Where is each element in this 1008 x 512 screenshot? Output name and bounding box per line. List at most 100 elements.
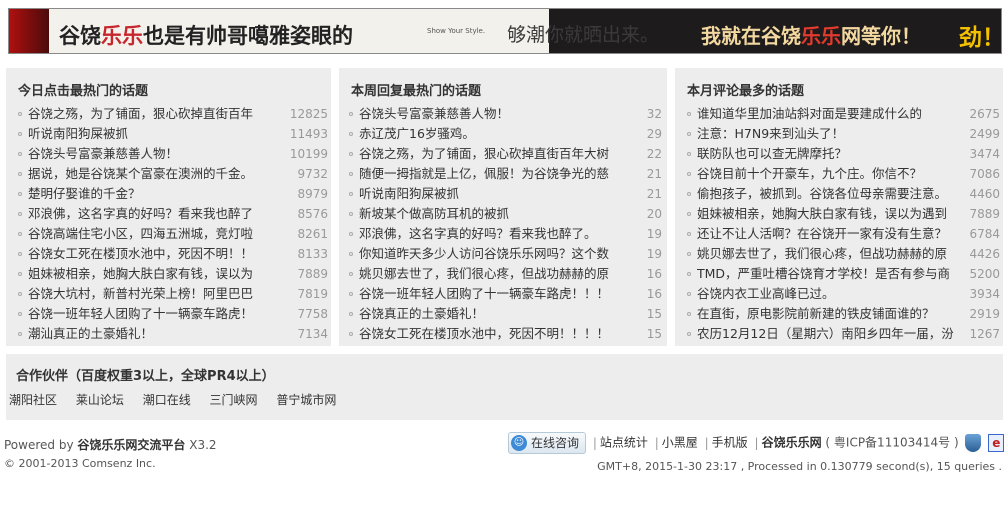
powered-prefix: Powered by: [4, 438, 74, 452]
topic-count: 7758: [297, 307, 328, 321]
topic-count: 32: [646, 107, 662, 121]
topic-item: 偷抱孩子，被抓到。谷饶各位母亲需要注意。 4460: [687, 184, 1000, 204]
partner-links: 潮阳社区 莱山论坛 潮口在线 三门峡网 普宁城市网: [9, 391, 351, 408]
topic-link[interactable]: 谁知道华里加油站斜对面是要建成什么的: [697, 104, 959, 124]
topic-link[interactable]: 谷饶大坑村，新普村光荣上榜！阿里巴巴: [28, 284, 266, 304]
topic-link[interactable]: 听说南阳狗屎被抓: [359, 184, 621, 204]
topic-link[interactable]: 听说南阳狗屎被抓: [28, 124, 266, 144]
bullet-icon: [687, 212, 691, 216]
topic-link[interactable]: 姚贝娜去世了，我们很心疼，但战功赫赫的原: [359, 264, 621, 284]
topic-item: TMD，严重吐槽谷饶育才学校！是否有参与商 5200: [687, 264, 1000, 284]
partner-link[interactable]: 普宁城市网: [276, 393, 336, 407]
topic-item: 听说南阳狗屎被抓 21: [349, 184, 662, 204]
banner-stripe: [9, 9, 49, 53]
site-stats-link[interactable]: 站点统计: [600, 436, 648, 450]
topic-link[interactable]: 谷饶头号富豪兼慈善人物！: [28, 144, 266, 164]
topic-link[interactable]: 谷饶女工死在楼顶水池中，死因不明！！: [28, 244, 266, 264]
topic-item: 谷饶头号富豪兼慈善人物！ 32: [349, 104, 662, 124]
partner-link[interactable]: 潮口在线: [143, 393, 191, 407]
site-name-link[interactable]: 谷饶乐乐网: [762, 436, 822, 450]
powered-name-link[interactable]: 谷饶乐乐网交流平台: [77, 438, 185, 452]
security-shield-icon[interactable]: [965, 434, 982, 452]
bullet-icon: [18, 132, 22, 136]
topic-link[interactable]: 邓浪佛，这名字真的好吗？看来我也醉了。: [359, 224, 621, 244]
topic-link[interactable]: 你知道昨天多少人访问谷饶乐乐网吗？这个数: [359, 244, 621, 264]
top-banner[interactable]: 谷饶乐乐也是有帅哥噶雅姿眼的 Show Your Style. 够潮你就晒出来。…: [8, 8, 1002, 54]
banner-slogan-cn: 够潮你就晒出来。: [507, 24, 660, 46]
topic-count: 2675: [969, 107, 1000, 121]
partner-link[interactable]: 三门峡网: [210, 393, 258, 407]
topic-link[interactable]: 谷饶头号富豪兼慈善人物！: [359, 104, 621, 124]
topic-item: 谷饶真正的土豪婚礼！ 15: [349, 304, 662, 324]
bullet-icon: [349, 192, 353, 196]
month-hot-panel: 本月评论最多的话题 谁知道华里加油站斜对面是要建成什么的 2675 注意：H7N9来…: [675, 68, 1003, 346]
topic-link[interactable]: 在直街，原电影院前新建的铁皮铺面谁的？: [697, 304, 959, 324]
topic-item: 谷饶女工死在楼顶水池中，死因不明！！ 8133: [18, 244, 328, 264]
topic-link[interactable]: 农历12月12日（星期六）南阳乡四年一届，汾: [697, 324, 959, 344]
bullet-icon: [18, 152, 22, 156]
mobile-link[interactable]: 手机版: [712, 436, 748, 450]
topic-item: 潮汕真正的土豪婚礼！ 7134: [18, 324, 328, 344]
bullet-icon: [349, 212, 353, 216]
topic-link[interactable]: 谷饶内衣工业高峰已过。: [697, 284, 959, 304]
bullet-icon: [687, 132, 691, 136]
bullet-icon: [349, 232, 353, 236]
topic-count: 7819: [297, 287, 328, 301]
e-certificate-icon[interactable]: e: [988, 434, 1005, 452]
topic-link[interactable]: 谷饶女工死在楼顶水池中，死因不明！！！！: [359, 324, 621, 344]
topic-count: 8261: [297, 227, 328, 241]
topic-item: 农历12月12日（星期六）南阳乡四年一届，汾 1267: [687, 324, 1000, 344]
bullet-icon: [687, 232, 691, 236]
topic-count: 15: [646, 327, 662, 341]
bullet-icon: [18, 292, 22, 296]
topic-link[interactable]: 谷饶高端住宅小区，四海五洲城，竞灯啦: [28, 224, 266, 244]
partner-link[interactable]: 潮阳社区: [9, 393, 57, 407]
topic-link[interactable]: 还让不让人活啊？在谷饶开一家有没有生意？: [697, 224, 959, 244]
topic-item: 在直街，原电影院前新建的铁皮铺面谁的？ 2919: [687, 304, 1000, 324]
topic-link[interactable]: 姐妹被相亲，她胸大肤白家有钱，误以为: [28, 264, 266, 284]
topic-link[interactable]: 谷饶一班年轻人团购了十一辆豪车路虎！！！: [359, 284, 621, 304]
topic-link[interactable]: TMD，严重吐槽谷饶育才学校！是否有参与商: [697, 264, 959, 284]
powered-version: X3.2: [189, 438, 217, 452]
topic-count: 7889: [297, 267, 328, 281]
topic-link[interactable]: 谷饶真正的土豪婚礼！: [359, 304, 621, 324]
topic-link[interactable]: 联防队也可以查无牌摩托？: [697, 144, 959, 164]
topic-link[interactable]: 谷饶之殇，为了铺面，狠心砍掉直街百年大树: [359, 144, 621, 164]
partners-panel: 合作伙伴（百度权重3以上，全球PR4以上） 潮阳社区 莱山论坛 潮口在线 三门峡…: [6, 354, 1003, 420]
icp-number[interactable]: ( 粤ICP备11103414号 ): [825, 436, 958, 450]
partners-title: 合作伙伴（百度权重3以上，全球PR4以上）: [16, 369, 275, 384]
topic-count: 7134: [297, 327, 328, 341]
topic-link[interactable]: 邓浪佛，这名字真的好吗？看来我也醉了: [28, 204, 266, 224]
panel-title: 本月评论最多的话题: [687, 84, 805, 99]
topic-link[interactable]: 新坡某个做高防耳机的被抓: [359, 204, 621, 224]
topic-item: 谷饶大坑村，新普村光荣上榜！阿里巴巴 7819: [18, 284, 328, 304]
topic-link[interactable]: 据说，她是谷饶某个富豪在澳洲的千金。: [28, 164, 266, 184]
topic-link[interactable]: 谷饶目前十个开豪车，九个庄。你信不？: [697, 164, 959, 184]
topic-item: 随便一拇指就是上亿，佩服！为谷饶争光的慈 21: [349, 164, 662, 184]
topic-count: 7889: [969, 207, 1000, 221]
topic-link[interactable]: 楚明仔娶谁的千金？: [28, 184, 266, 204]
topic-link[interactable]: 赤辽茂广16岁骚鸡。: [359, 124, 621, 144]
topic-count: 7086: [969, 167, 1000, 181]
topic-item: 谷饶之殇，为了铺面，狠心砍掉直街百年 12825: [18, 104, 328, 124]
topic-count: 2919: [969, 307, 1000, 321]
topic-link[interactable]: 谷饶之殇，为了铺面，狠心砍掉直街百年: [28, 104, 266, 124]
blacklist-link[interactable]: 小黑屋: [662, 436, 698, 450]
topic-link[interactable]: 谷饶一班年轻人团购了十一辆豪车路虎！: [28, 304, 266, 324]
topic-link[interactable]: 随便一拇指就是上亿，佩服！为谷饶争光的慈: [359, 164, 621, 184]
topic-count: 8133: [297, 247, 328, 261]
banner-slogan-2: 我就在谷饶乐乐网等你！: [701, 24, 921, 48]
bullet-icon: [687, 172, 691, 176]
topic-item: 姐妹被相亲，她胸大肤白家有钱，误以为 7889: [18, 264, 328, 284]
partner-link[interactable]: 莱山论坛: [76, 393, 124, 407]
topic-count: 29: [646, 127, 662, 141]
topic-link[interactable]: 注意：H7N9来到汕头了！: [697, 124, 959, 144]
topic-link[interactable]: 潮汕真正的土豪婚礼！: [28, 324, 266, 344]
topic-count: 21: [646, 187, 662, 201]
online-consult-button[interactable]: ☺ 在线咨询: [508, 432, 587, 454]
topic-count: 8576: [297, 207, 328, 221]
topic-link[interactable]: 姐妹被相亲，她胸大肤白家有钱，误以为遇到: [697, 204, 959, 224]
bullet-icon: [687, 192, 691, 196]
topic-link[interactable]: 偷抱孩子，被抓到。谷饶各位母亲需要注意。: [697, 184, 959, 204]
topic-link[interactable]: 姚贝娜去世了，我们很心疼，但战功赫赫的原: [697, 244, 959, 264]
